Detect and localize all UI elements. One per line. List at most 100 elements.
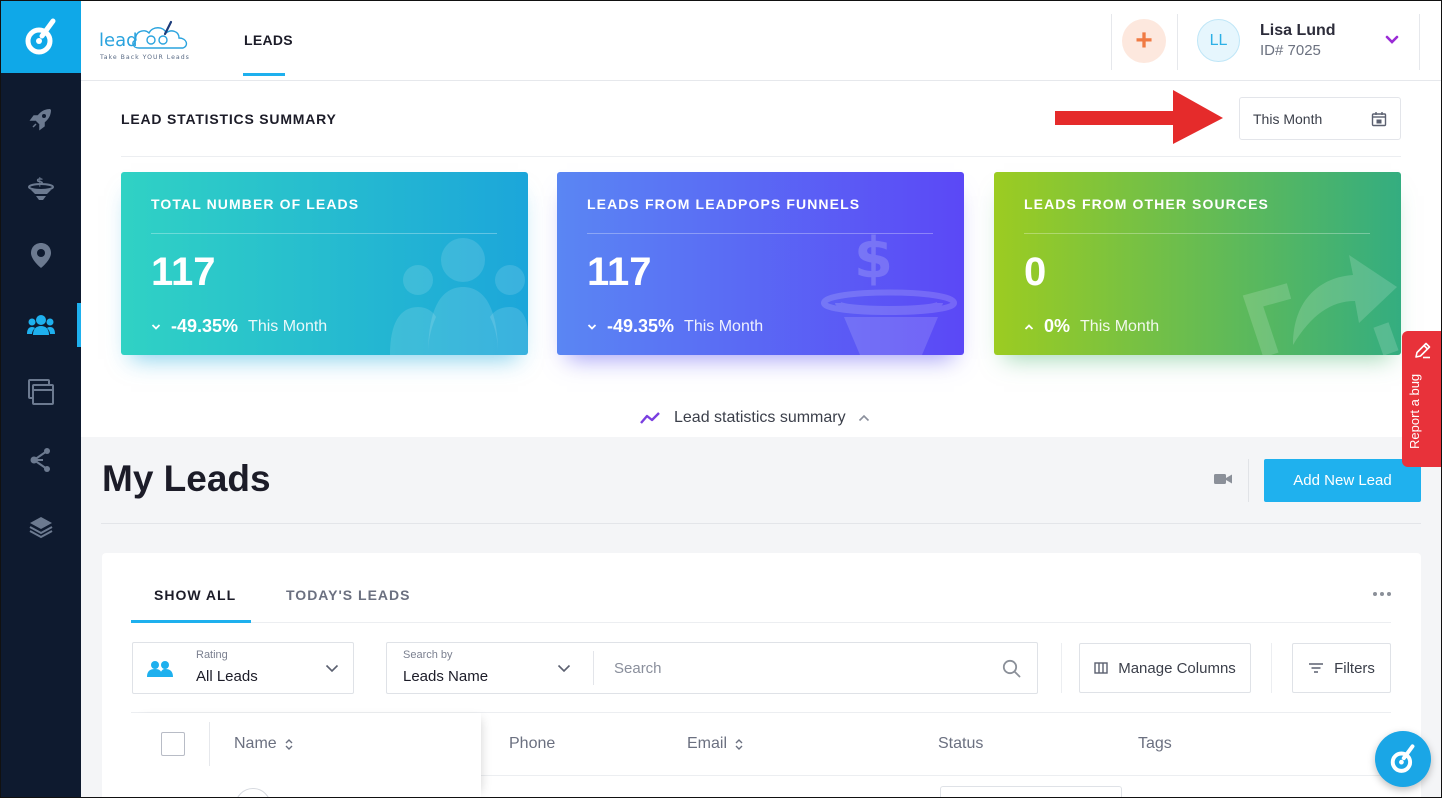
stat-card-period: This Month bbox=[684, 317, 764, 335]
stat-card-change: -49.35% bbox=[171, 316, 239, 336]
page-title: My Leads bbox=[102, 458, 271, 499]
stat-card-divider bbox=[151, 233, 497, 234]
avatar bbox=[235, 788, 271, 798]
stat-card-period: This Month bbox=[248, 317, 328, 335]
search-input[interactable]: Search bbox=[614, 660, 662, 677]
filters-label: Filters bbox=[1334, 659, 1375, 677]
map-pin-icon bbox=[30, 243, 51, 268]
brand-logo[interactable]: lead Take Back YOUR Leads bbox=[99, 18, 203, 62]
avatar[interactable]: LL bbox=[1197, 19, 1240, 62]
sidebar-item-local[interactable] bbox=[0, 233, 81, 277]
sidebar-item-launch[interactable] bbox=[0, 97, 81, 141]
sidebar-item-leads[interactable] bbox=[0, 303, 81, 347]
column-header-phone: Phone bbox=[509, 735, 555, 753]
chevron-down-icon bbox=[587, 323, 597, 330]
sort-icon bbox=[735, 738, 743, 750]
stat-card-change: 0% bbox=[1044, 316, 1071, 336]
svg-text:$: $ bbox=[36, 175, 44, 188]
sidebar-item-websites[interactable] bbox=[0, 370, 81, 414]
chevron-up-icon bbox=[1024, 323, 1034, 330]
stat-card-title: TOTAL NUMBER OF LEADS bbox=[151, 196, 360, 212]
manage-columns-label: Manage Columns bbox=[1118, 659, 1236, 677]
funnel-watermark-icon: $ bbox=[820, 226, 958, 355]
brand-tagline: Take Back YOUR Leads bbox=[99, 54, 190, 61]
toolbar-divider bbox=[1271, 643, 1272, 693]
quick-add-button[interactable]: + bbox=[1122, 19, 1166, 63]
column-header-tags: Tags bbox=[1138, 735, 1172, 753]
column-header-status: Status bbox=[938, 735, 983, 753]
rating-label: Rating bbox=[196, 649, 228, 661]
sidebar-item-integrations[interactable] bbox=[0, 438, 81, 482]
date-range-picker[interactable]: This Month bbox=[1239, 97, 1401, 140]
funnel-icon: $ bbox=[27, 175, 54, 200]
stat-card-divider bbox=[587, 233, 933, 234]
chevron-down-icon[interactable] bbox=[557, 664, 571, 673]
search-by-value[interactable]: Leads Name bbox=[403, 668, 488, 685]
stat-card-title: LEADS FROM OTHER SOURCES bbox=[1024, 196, 1269, 212]
column-header-label: Email bbox=[687, 735, 728, 752]
toolbar-divider bbox=[1248, 459, 1249, 502]
stat-card-value: 117 bbox=[587, 250, 652, 294]
columns-icon bbox=[1094, 662, 1108, 674]
annotation-arrow-icon bbox=[1055, 90, 1223, 144]
share-nodes-icon bbox=[30, 448, 50, 472]
tab-active-indicator bbox=[131, 620, 251, 623]
summary-divider bbox=[121, 156, 1401, 157]
leads-title-divider bbox=[101, 523, 1421, 524]
stat-card-change: -49.35% bbox=[607, 316, 675, 336]
video-icon[interactable] bbox=[1214, 472, 1232, 486]
help-launcher-button[interactable] bbox=[1375, 731, 1431, 787]
user-menu-toggle[interactable] bbox=[1385, 32, 1399, 50]
calendar-icon bbox=[1371, 112, 1387, 127]
search-icon[interactable] bbox=[1002, 659, 1021, 678]
search-by-label: Search by bbox=[403, 649, 453, 661]
summary-toggle-label: Lead statistics summary bbox=[674, 409, 846, 426]
rating-select[interactable]: Rating All Leads bbox=[132, 642, 354, 694]
stat-card-value: 0 bbox=[1024, 250, 1047, 294]
manage-columns-button[interactable]: Manage Columns bbox=[1079, 643, 1251, 693]
summary-collapse-toggle[interactable]: Lead statistics summary bbox=[640, 409, 870, 427]
layers-icon bbox=[29, 517, 52, 539]
nav-tab-active-indicator bbox=[243, 73, 285, 76]
column-header-name[interactable]: Name bbox=[234, 735, 293, 753]
stat-card-footer: -49.35% This Month bbox=[587, 316, 763, 337]
windows-icon bbox=[27, 379, 54, 405]
leadpops-logo-icon bbox=[1390, 744, 1415, 773]
sidebar: $ bbox=[0, 0, 81, 798]
header-divider bbox=[1111, 14, 1112, 70]
trend-icon bbox=[640, 412, 660, 424]
stat-card-period: This Month bbox=[1080, 317, 1160, 335]
select-all-checkbox[interactable] bbox=[161, 732, 185, 756]
users-icon bbox=[26, 315, 55, 335]
filter-icon bbox=[1309, 663, 1324, 673]
nav-tab-leads[interactable]: LEADS bbox=[244, 32, 293, 48]
more-options-icon[interactable] bbox=[1372, 591, 1392, 597]
filters-button[interactable]: Filters bbox=[1292, 643, 1391, 693]
sidebar-item-resources[interactable] bbox=[0, 506, 81, 550]
app-logo[interactable] bbox=[0, 0, 81, 73]
column-header-label: Status bbox=[938, 735, 984, 752]
add-new-lead-button[interactable]: Add New Lead bbox=[1264, 459, 1421, 502]
chevron-down-icon bbox=[325, 664, 339, 673]
stat-card-funnel-leads: $ LEADS FROM LEADPOPS FUNNELS 117 -49.35… bbox=[557, 172, 964, 355]
toolbar-divider bbox=[1061, 643, 1062, 693]
tab-show-all[interactable]: SHOW ALL bbox=[154, 587, 236, 603]
sidebar-item-funnels[interactable]: $ bbox=[0, 166, 81, 210]
rocket-icon bbox=[29, 109, 51, 131]
plus-icon: + bbox=[1135, 24, 1153, 57]
user-id: ID# 7025 bbox=[1260, 42, 1321, 59]
stat-card-divider bbox=[1024, 233, 1370, 234]
leadpops-logo-icon bbox=[25, 18, 55, 54]
report-bug-tab[interactable]: Report a bug bbox=[1402, 331, 1442, 467]
column-divider bbox=[209, 722, 210, 766]
rating-value: All Leads bbox=[196, 668, 258, 685]
brand-text: lead bbox=[99, 30, 138, 51]
tab-todays-leads[interactable]: TODAY'S LEADS bbox=[286, 587, 410, 603]
column-header-email[interactable]: Email bbox=[687, 735, 743, 753]
summary-title: LEAD STATISTICS SUMMARY bbox=[121, 111, 337, 127]
status-select[interactable] bbox=[940, 786, 1122, 798]
chevron-up-icon bbox=[858, 414, 869, 422]
column-header-label: Phone bbox=[509, 735, 556, 752]
users-icon bbox=[147, 661, 173, 677]
top-header: lead Take Back YOUR Leads LEADS + LL Lis… bbox=[81, 0, 1442, 81]
